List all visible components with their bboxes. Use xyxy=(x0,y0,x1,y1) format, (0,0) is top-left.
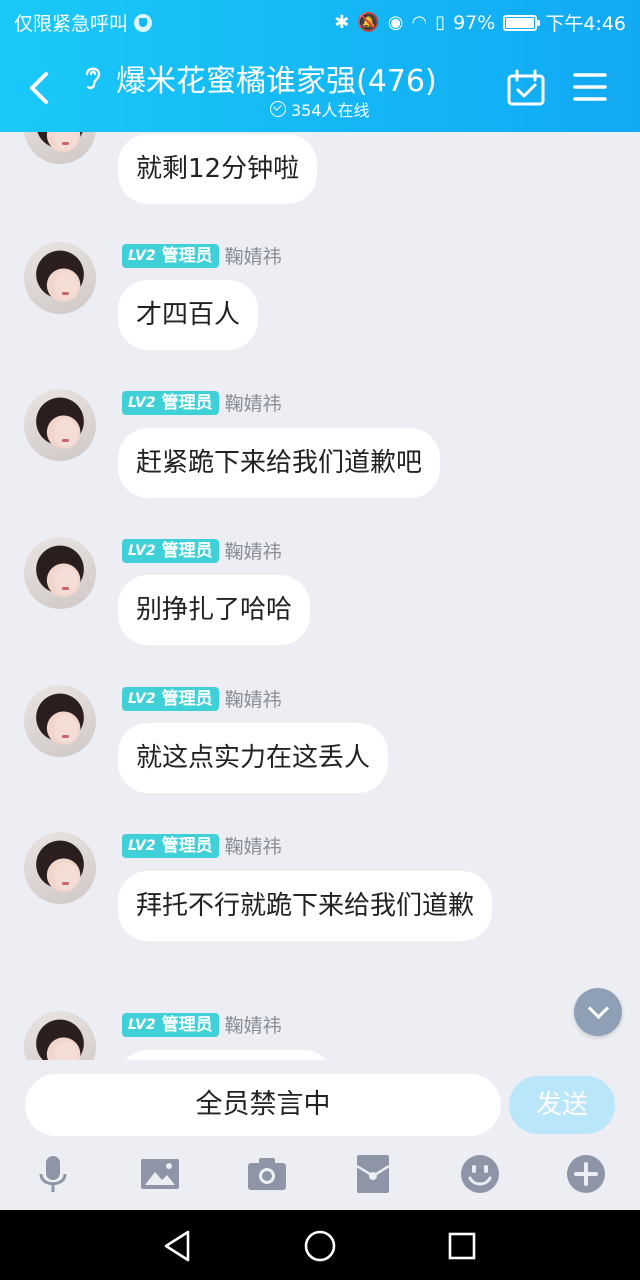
red-packet-icon[interactable] xyxy=(353,1154,393,1194)
avatar[interactable] xyxy=(24,685,96,757)
avatar[interactable] xyxy=(24,537,96,609)
chat-list[interactable]: 就剩12分钟啦 LV2 管理员 鞠婧祎 才四百人 LV2 管理员 鞠婧祎 赶紧跪… xyxy=(0,132,640,1060)
mute-icon: 🔕 xyxy=(357,11,380,33)
sim-icon: ▯ xyxy=(435,11,446,33)
message-bubble[interactable]: 别挣扎了哈哈 xyxy=(118,575,311,645)
message-bubble[interactable]: 赶紧跪下来给我们道歉吧 xyxy=(118,428,441,498)
status-bar: 仅限紧急呼叫 ✱ 🔕 ◉ ◠ ▯ 97% 下午4:46 xyxy=(0,0,640,44)
role-badge: LV2 管理员 xyxy=(122,538,219,563)
sender-info: LV2 管理员 鞠婧祎 xyxy=(122,389,282,416)
sender-nickname[interactable]: 鞠婧祎 xyxy=(225,389,282,416)
status-right: ✱ 🔕 ◉ ◠ ▯ 97% 下午4:46 xyxy=(334,9,626,36)
badge-role: 管理员 xyxy=(161,540,213,561)
sender-info: LV2 管理员 鞠婧祎 xyxy=(122,832,282,859)
wifi-icon: ◠ xyxy=(411,11,428,33)
top-bar: 仅限紧急呼叫 ✱ 🔕 ◉ ◠ ▯ 97% 下午4:46 爆米花蜜橘谁家强(476… xyxy=(0,0,640,132)
check-circle-icon xyxy=(270,101,286,117)
sender-nickname[interactable]: 鞠婧祎 xyxy=(225,242,282,269)
nav-home-icon[interactable] xyxy=(302,1228,338,1264)
online-text: 354人在线 xyxy=(291,101,370,120)
sender-nickname[interactable]: 鞠婧祎 xyxy=(225,537,282,564)
online-count: 354人在线 xyxy=(270,97,370,121)
role-badge: LV2 管理员 xyxy=(122,243,219,268)
system-nav-bar xyxy=(0,1210,640,1280)
status-left: 仅限紧急呼叫 xyxy=(14,9,153,36)
nav-recents-icon[interactable] xyxy=(444,1228,480,1264)
message-bubble[interactable] xyxy=(118,1050,334,1060)
send-button[interactable]: 发送 xyxy=(509,1076,615,1134)
badge-level: LV2 xyxy=(128,690,156,707)
menu-icon[interactable] xyxy=(572,70,608,104)
sender-nickname[interactable]: 鞠婧祎 xyxy=(225,832,282,859)
calendar-check-icon[interactable] xyxy=(506,68,546,108)
avatar[interactable] xyxy=(24,132,96,164)
badge-role: 管理员 xyxy=(161,392,213,413)
role-badge: LV2 管理员 xyxy=(122,833,219,858)
plus-icon[interactable] xyxy=(566,1154,606,1194)
input-area: 全员禁言中 发送 xyxy=(0,1060,640,1210)
avatar[interactable] xyxy=(24,242,96,314)
chat-header: 爆米花蜜橘谁家强(476) 354人在线 xyxy=(0,44,640,132)
sender-info: LV2 管理员 鞠婧祎 xyxy=(122,242,282,269)
role-badge: LV2 管理员 xyxy=(122,390,219,415)
sender-nickname[interactable]: 鞠婧祎 xyxy=(225,685,282,712)
badge-level: LV2 xyxy=(128,247,156,264)
avatar[interactable] xyxy=(24,1011,96,1060)
sender-info: LV2 管理员 鞠婧祎 xyxy=(122,537,282,564)
battery-percent: 97% xyxy=(453,11,496,34)
role-badge: LV2 管理员 xyxy=(122,1012,219,1037)
message-bubble[interactable]: 拜托不行就跪下来给我们道歉 xyxy=(118,871,493,941)
badge-level: LV2 xyxy=(128,542,156,559)
sender-info: LV2 管理员 鞠婧祎 xyxy=(122,1011,282,1038)
battery-icon xyxy=(503,14,541,31)
badge-role: 管理员 xyxy=(161,835,213,856)
role-badge: LV2 管理员 xyxy=(122,686,219,711)
bluetooth-icon: ✱ xyxy=(334,11,350,33)
ear-icon xyxy=(85,67,101,90)
badge-role: 管理员 xyxy=(161,245,213,266)
scroll-to-bottom-button[interactable] xyxy=(574,988,622,1036)
message-bubble[interactable]: 就这点实力在这丢人 xyxy=(118,723,389,793)
camera-icon[interactable] xyxy=(247,1154,287,1194)
group-title[interactable]: 爆米花蜜橘谁家强(476) xyxy=(116,56,437,100)
sender-info: LV2 管理员 鞠婧祎 xyxy=(122,685,282,712)
avatar[interactable] xyxy=(24,832,96,904)
sender-nickname[interactable]: 鞠婧祎 xyxy=(225,1011,282,1038)
avatar[interactable] xyxy=(24,389,96,461)
clock: 下午4:46 xyxy=(545,13,626,35)
message-bubble[interactable]: 就剩12分钟啦 xyxy=(118,134,318,204)
carrier-text: 仅限紧急呼叫 xyxy=(14,13,129,35)
muted-input-field: 全员禁言中 xyxy=(25,1074,501,1136)
battery-fill xyxy=(506,17,534,28)
back-arrow-icon[interactable] xyxy=(22,68,58,108)
image-icon[interactable] xyxy=(140,1154,180,1194)
input-toolbar xyxy=(0,1150,640,1200)
emoji-icon[interactable] xyxy=(460,1154,500,1194)
nav-back-icon[interactable] xyxy=(160,1228,196,1264)
message-bubble[interactable]: 才四百人 xyxy=(118,280,259,350)
badge-level: LV2 xyxy=(128,394,156,411)
microphone-icon[interactable] xyxy=(33,1154,73,1194)
badge-level: LV2 xyxy=(128,1016,156,1033)
badge-level: LV2 xyxy=(128,837,156,854)
badge-role: 管理员 xyxy=(161,1014,213,1035)
shield-icon xyxy=(134,13,153,32)
eye-icon: ◉ xyxy=(387,11,404,33)
badge-role: 管理员 xyxy=(161,688,213,709)
